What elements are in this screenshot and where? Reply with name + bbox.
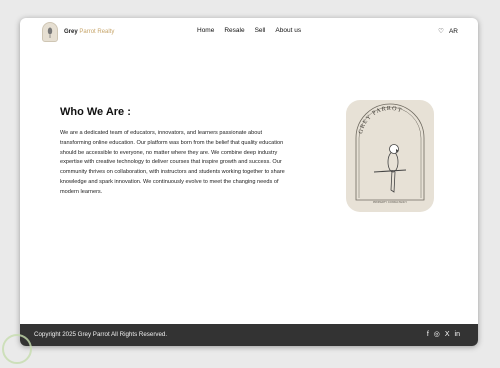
brand-name-primary: Grey xyxy=(64,29,78,35)
nav-home[interactable]: Home xyxy=(197,27,214,34)
nav-resale[interactable]: Resale xyxy=(224,27,244,34)
nav-sell[interactable]: Sell xyxy=(255,27,266,34)
card-arch-text: GREY PARROT xyxy=(358,106,403,135)
instagram-icon[interactable]: ◎ xyxy=(434,331,440,339)
facebook-icon[interactable]: f xyxy=(427,331,429,339)
page-frame: Grey Parrot Realty Home Resale Sell Abou… xyxy=(20,18,478,346)
about-heading: Who We Are : xyxy=(60,106,131,118)
card-bottom-text: PROPERTY CONSULTANCY xyxy=(373,200,407,204)
parrot-illustration: GREY PARROT PROPERTY CONSULTANCY xyxy=(355,103,425,204)
nav-about-us[interactable]: About us xyxy=(275,27,301,34)
main-menu: Home Resale Sell About us xyxy=(197,27,301,34)
brand-name: Grey Parrot Realty xyxy=(64,29,114,35)
about-section: Who We Are : We are a dedicated team of … xyxy=(60,106,290,198)
language-toggle[interactable]: AR xyxy=(449,28,458,35)
about-body: We are a dedicated team of educators, in… xyxy=(60,130,285,195)
brand-logo[interactable] xyxy=(42,22,58,42)
watermark-badge xyxy=(2,334,32,364)
brand[interactable]: Grey Parrot Realty xyxy=(42,22,114,42)
footer: Copyright 2025 Grey Parrot All Rights Re… xyxy=(20,324,478,346)
linkedin-icon[interactable]: in xyxy=(455,331,460,339)
x-icon[interactable]: X xyxy=(445,331,450,339)
brand-name-accent: Parrot Realty xyxy=(79,29,115,35)
copyright-text: Copyright 2025 Grey Parrot All Rights Re… xyxy=(34,331,168,338)
heart-icon[interactable]: ♡ xyxy=(438,27,444,35)
top-nav: Grey Parrot Realty Home Resale Sell Abou… xyxy=(20,18,478,46)
social-links: f ◎ X in xyxy=(427,331,460,339)
brand-card: GREY PARROT PROPERTY CONSULTANCY xyxy=(346,100,434,212)
parrot-icon xyxy=(47,27,53,38)
header-tools: ♡ AR xyxy=(438,27,458,36)
